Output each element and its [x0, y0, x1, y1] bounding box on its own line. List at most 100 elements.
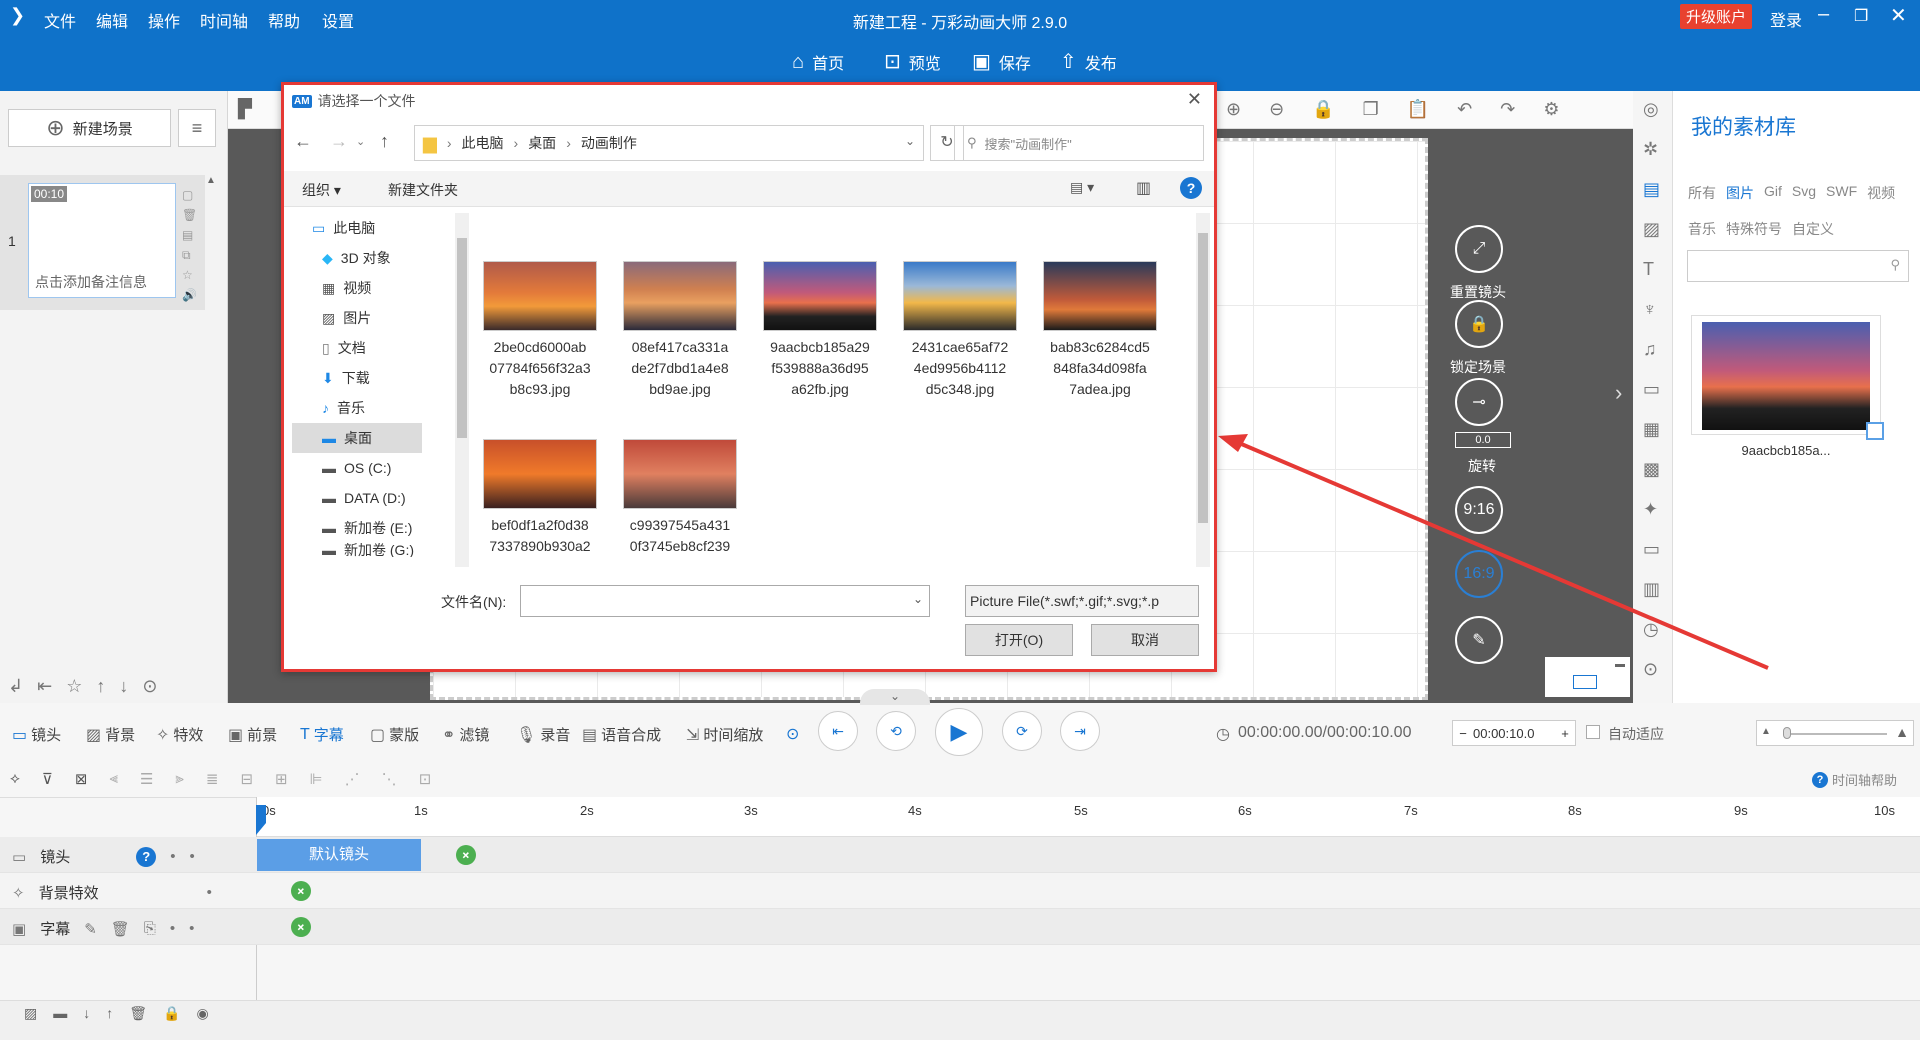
- file-grid-scrollbar[interactable]: [1196, 213, 1210, 567]
- zoom-out-icon[interactable]: ▲: [1761, 726, 1771, 737]
- file-item[interactable]: c99397545a431 0f3745eb8cf239: [614, 439, 746, 557]
- play-button[interactable]: ▶: [935, 708, 983, 756]
- tree-item-documents[interactable]: ▯ 文档: [292, 333, 422, 363]
- tab-background[interactable]: ▨ 背景: [86, 724, 135, 745]
- file-grid-scrollbar-thumb[interactable]: [1198, 233, 1208, 523]
- view-toggle-icon[interactable]: ▤ ▾: [1070, 179, 1094, 196]
- breadcrumb-folder[interactable]: 动画制作: [581, 133, 637, 153]
- file-type-select[interactable]: Picture File(*.swf;*.gif;*.svg;*.p: [965, 585, 1199, 617]
- new-folder-button[interactable]: 新建文件夹: [388, 180, 458, 200]
- ruler-label: 4s: [908, 803, 922, 818]
- help-icon[interactable]: ?: [136, 846, 157, 867]
- help-icon[interactable]: ?: [1180, 177, 1202, 199]
- tree-item-drive-c[interactable]: ▬ OS (C:): [292, 453, 422, 483]
- distribute-icon[interactable]: ≣: [206, 770, 219, 788]
- back-icon[interactable]: ←: [294, 131, 312, 152]
- tab-filter[interactable]: ⚭ 滤镜: [442, 724, 489, 745]
- decrease-icon[interactable]: −: [1453, 726, 1473, 741]
- file-item[interactable]: 08ef417ca331a de2f7dbd1a4e8 bd9ae.jpg: [614, 261, 746, 400]
- duration-stepper[interactable]: − 00:00:10.0 +: [1452, 720, 1576, 746]
- dialog-close-icon[interactable]: ✕: [1187, 89, 1202, 110]
- folder-icon[interactable]: ▬: [53, 1005, 67, 1022]
- align-right-icon[interactable]: ⫸: [175, 770, 183, 788]
- breadcrumb-this-pc[interactable]: 此电脑: [462, 133, 504, 153]
- move-down-icon[interactable]: ↓: [83, 1005, 90, 1022]
- edit-icon[interactable]: ✎: [84, 920, 97, 938]
- cancel-button[interactable]: 取消: [1091, 624, 1199, 656]
- file-item[interactable]: bef0df1a2f0d38 7337890b930a2: [474, 439, 606, 557]
- filename-dropdown-icon[interactable]: ⌄: [913, 592, 923, 606]
- breadcrumb-desktop[interactable]: 桌面: [528, 133, 556, 153]
- tab-mask[interactable]: ▢ 蒙版: [370, 724, 419, 745]
- delete-icon[interactable]: 🗑: [129, 1005, 147, 1022]
- tree-item-music[interactable]: ♪ 音乐: [292, 393, 422, 423]
- tab-effect[interactable]: ✧ 特效: [156, 724, 203, 745]
- address-dropdown-icon[interactable]: ⌄: [905, 134, 915, 148]
- tree-item-video[interactable]: ▦ 视频: [292, 273, 422, 303]
- filter-icon[interactable]: ⊽: [42, 770, 53, 788]
- tab-record[interactable]: 🎙 录音: [516, 724, 570, 745]
- tab-camera[interactable]: ▭ 镜头: [12, 724, 61, 745]
- delete-icon[interactable]: 🗑: [111, 920, 130, 938]
- add-layer-icon[interactable]: ▨: [24, 1005, 37, 1022]
- lock-icon[interactable]: 🔒: [163, 1005, 180, 1022]
- search-input[interactable]: ⚲ 搜索"动画制作": [954, 125, 1204, 161]
- tree-item-desktop[interactable]: ▬ 桌面: [292, 423, 422, 453]
- time-ruler[interactable]: [256, 797, 1920, 837]
- address-bar[interactable]: ▆ › 此电脑 › 桌面 › 动画制作 ⌄: [414, 125, 924, 161]
- tree-item-drive-d[interactable]: ▬ DATA (D:): [292, 483, 422, 513]
- forward-icon[interactable]: →: [330, 131, 348, 152]
- recent-dropdown-icon[interactable]: ⌄: [356, 135, 365, 148]
- increase-icon[interactable]: +: [1555, 726, 1575, 741]
- stagger-reverse-icon[interactable]: ⋱: [382, 770, 397, 788]
- eye-icon[interactable]: ◉: [196, 1005, 208, 1022]
- stack-icon[interactable]: ⊫: [310, 770, 323, 788]
- zoom-slider[interactable]: ▲ ▲: [1756, 720, 1914, 746]
- file-item[interactable]: 9aacbcb185a29 f539888a36d95 a62fb.jpg: [754, 261, 886, 400]
- open-button[interactable]: 打开(O): [965, 624, 1073, 656]
- default-camera-clip[interactable]: 默认镜头: [257, 839, 421, 871]
- track-camera-header[interactable]: ▭ 镜头 ? • •: [12, 846, 195, 867]
- tree-item-drive-e[interactable]: ▬ 新加卷 (E:): [292, 513, 422, 543]
- track-bg-effect-header[interactable]: ✧ 背景特效 •: [12, 882, 212, 903]
- file-item[interactable]: 2431cae65af72 4ed9956b4112 d5c348.jpg: [894, 261, 1026, 400]
- up-icon[interactable]: ↑: [380, 131, 389, 152]
- zoom-in-icon[interactable]: ▲: [1895, 724, 1909, 740]
- tab-foreground[interactable]: ▣ 前景: [228, 724, 277, 745]
- tree-item-pictures[interactable]: ▨ 图片: [292, 303, 422, 333]
- prev-scene-button[interactable]: ⇤: [818, 711, 858, 751]
- track-subtitle-header[interactable]: ▣ 字幕 ✎ 🗑 ⎘ • •: [12, 918, 194, 939]
- align-left-icon[interactable]: ⫷: [109, 770, 117, 788]
- tree-item-drive-g[interactable]: ▬ 新加卷 (G:): [292, 543, 422, 557]
- preview-pane-icon[interactable]: ▥: [1136, 178, 1151, 198]
- step-forward-button[interactable]: ⟳: [1002, 711, 1042, 751]
- collapse-timeline-icon[interactable]: ⌄: [860, 689, 930, 705]
- import-subtitle-icon[interactable]: ⎘: [144, 920, 156, 937]
- timeline-help-link[interactable]: ? 时间轴帮助: [1812, 770, 1897, 789]
- tab-time-scale[interactable]: ⇲ 时间缩放: [686, 724, 763, 745]
- auto-fit-checkbox[interactable]: [1586, 725, 1600, 739]
- zoom-slider-thumb[interactable]: [1783, 727, 1791, 739]
- remove-icon[interactable]: ⊠: [75, 770, 88, 788]
- filename-input[interactable]: ⌄: [520, 585, 930, 617]
- timeline-tools[interactable]: ⟡ ⊽ ⊠ ⫷ ☰ ⫸ ≣ ⊟ ⊞ ⊫ ⋰ ⋱ ⊡: [10, 770, 431, 788]
- step-back-button[interactable]: ⟲: [876, 711, 916, 751]
- tree-item-3d[interactable]: ◆ 3D 对象: [292, 243, 422, 273]
- next-scene-button[interactable]: ⇥: [1060, 711, 1100, 751]
- move-up-icon[interactable]: ↑: [106, 1005, 113, 1022]
- tab-tts[interactable]: ▤ 语音合成: [582, 724, 661, 745]
- align-bottom-icon[interactable]: ⊞: [275, 770, 288, 788]
- keyframe-icon[interactable]: ⟡: [10, 770, 20, 788]
- more-tabs-icon[interactable]: ⊙: [786, 724, 799, 744]
- organize-button[interactable]: 组织 ▾: [302, 180, 341, 200]
- align-center-icon[interactable]: ☰: [140, 770, 153, 788]
- layer-tools[interactable]: ▨ ▬ ↓ ↑ 🗑 🔒 ◉: [24, 1005, 209, 1022]
- stagger-icon[interactable]: ⋰: [345, 770, 360, 788]
- copy-timing-icon[interactable]: ⊡: [419, 770, 432, 788]
- file-item[interactable]: bab83c6284cd5 848fa34d098fa 7adea.jpg: [1034, 261, 1166, 400]
- tree-item-this-pc[interactable]: ▭ 此电脑: [292, 213, 422, 243]
- align-top-icon[interactable]: ⊟: [240, 770, 253, 788]
- tab-subtitle[interactable]: T 字幕: [300, 724, 344, 745]
- file-item[interactable]: 2be0cd6000ab 07784f656f32a3 b8c93.jpg: [474, 261, 606, 400]
- tree-item-downloads[interactable]: ⬇ 下载: [292, 363, 422, 393]
